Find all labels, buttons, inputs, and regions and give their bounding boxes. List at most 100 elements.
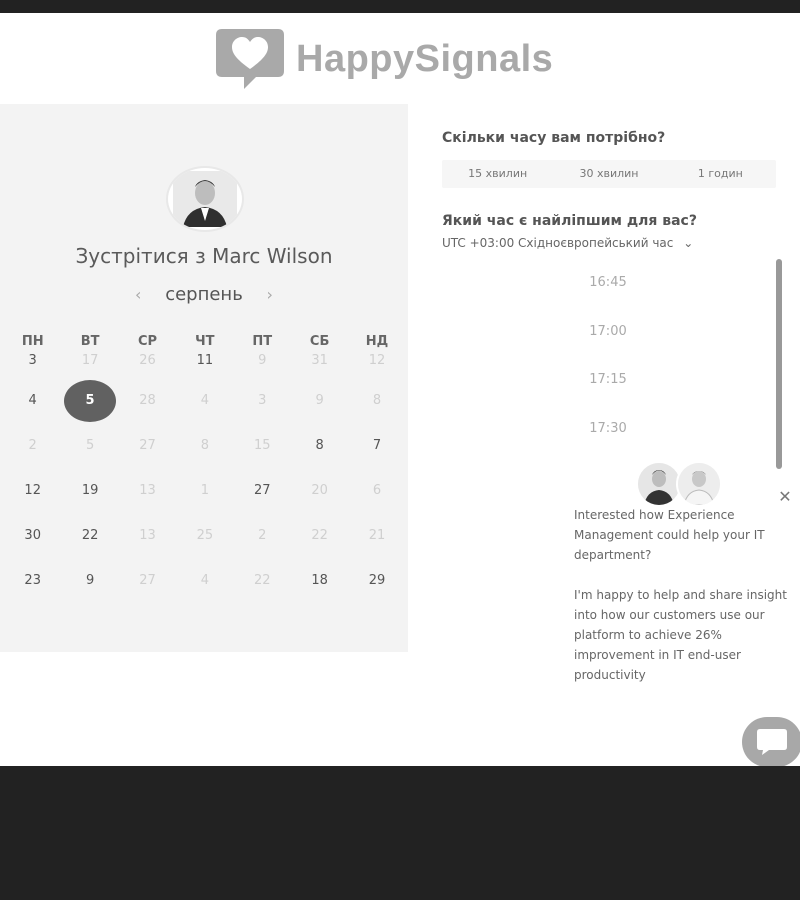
calendar-day[interactable]: 19 <box>61 468 118 513</box>
calendar-day: 17 <box>61 351 118 378</box>
calendar-day[interactable]: 4 <box>4 378 61 423</box>
next-month-button[interactable]: › <box>249 285 291 304</box>
calendar-day-number: 27 <box>253 483 271 498</box>
calendar-day-number: 4 <box>200 393 209 408</box>
calendar-day-number: 9 <box>85 573 95 588</box>
chat-popup-message: Interested how Experience Management cou… <box>574 505 788 705</box>
calendar-day-number: 3 <box>258 393 267 408</box>
chat-launcher-button[interactable] <box>742 717 800 767</box>
calendar-day-number: 6 <box>372 483 382 498</box>
calendar-day-number: 18 <box>311 573 328 588</box>
calendar-day-number: 5 <box>64 380 117 422</box>
weekday-header: СР <box>137 334 158 349</box>
time-slot[interactable]: 17:00 <box>508 317 708 366</box>
calendar-day-number: 23 <box>24 573 41 588</box>
timezone-label: UTC +03:00 Східноєвропейський час <box>442 236 674 250</box>
duration-option-30[interactable]: 30 хвилин <box>553 160 664 188</box>
calendar-day[interactable]: 8 <box>291 423 348 468</box>
calendar-day-number: 1 <box>200 483 209 498</box>
calendar-day-number: 2 <box>258 528 267 543</box>
brand-name: HappySignals <box>296 37 554 80</box>
calendar-day-number: 4 <box>200 573 209 588</box>
person-icon <box>678 463 720 505</box>
calendar-day-number: 28 <box>139 393 156 408</box>
brand-logo: HappySignals <box>214 27 553 91</box>
scrollbar-thumb[interactable] <box>776 259 782 469</box>
calendar-day: 4 <box>176 378 233 423</box>
timezone-dropdown[interactable]: UTC +03:00 Східноєвропейський час ⌄ <box>442 236 693 250</box>
calendar-day: 27 <box>119 423 176 468</box>
calendar-day: 21 <box>348 513 405 558</box>
calendar-day[interactable]: 9 <box>61 558 118 603</box>
calendar-day: 31 <box>291 351 348 378</box>
calendar-day-number: 29 <box>368 573 386 588</box>
duration-option-15[interactable]: 15 хвилин <box>442 160 553 188</box>
calendar-day: 3 <box>234 378 291 423</box>
calendar-day-selected[interactable]: 5 <box>61 378 118 423</box>
time-slot[interactable]: 17:30 <box>508 414 708 463</box>
calendar-day[interactable]: 7 <box>348 423 405 468</box>
calendar-day-number: 20 <box>311 483 328 498</box>
calendar-day-number: 22 <box>253 573 271 588</box>
person-icon <box>173 171 237 227</box>
heart-speech-bubble-icon <box>216 29 284 89</box>
weekday-header: ВТ <box>80 334 100 349</box>
weekday-header: НД <box>365 334 389 349</box>
calendar-day-number: 9 <box>315 393 324 408</box>
chevron-down-icon: ⌄ <box>683 236 694 250</box>
calendar-grid: ПН ВТ СР ЧТ ПТ СБ НД 3 17 26 11 9 31 12 4 5 28 4 3 9 8 2 5 27 8 1… <box>4 333 406 603</box>
calendar-day[interactable]: 23 <box>4 558 61 603</box>
calendar-day-number: 3 <box>28 353 37 368</box>
calendar-day: 28 <box>119 378 176 423</box>
time-question: Який час є найліпшим для вас? <box>442 213 697 229</box>
close-icon[interactable]: ✕ <box>776 488 794 506</box>
chat-agent-avatars <box>636 461 726 507</box>
calendar-day[interactable]: 22 <box>61 513 118 558</box>
calendar-day: 2 <box>4 423 61 468</box>
calendar-day-number: 31 <box>311 353 328 368</box>
slot-scrollbar[interactable] <box>776 259 782 479</box>
calendar-day: 8 <box>176 423 233 468</box>
chat-message-offer: I'm happy to help and share insight into… <box>574 588 787 682</box>
calendar-day: 13 <box>119 513 176 558</box>
calendar-day-number: 30 <box>24 528 41 543</box>
calendar-day-number: 4 <box>28 393 37 408</box>
calendar-day-number: 5 <box>85 438 95 453</box>
calendar-day: 26 <box>119 351 176 378</box>
calendar-day: 4 <box>176 558 233 603</box>
calendar-day-number: 13 <box>139 483 156 498</box>
calendar-day-number: 21 <box>368 528 386 543</box>
weekday-header: ПН <box>21 334 44 349</box>
time-slot[interactable]: 17:15 <box>508 365 708 414</box>
agent-avatar <box>676 461 722 507</box>
calendar-day-number: 12 <box>24 483 41 498</box>
calendar-day[interactable]: 12 <box>4 468 61 513</box>
calendar-day[interactable]: 30 <box>4 513 61 558</box>
calendar-day-number: 22 <box>81 528 99 543</box>
host-avatar <box>166 166 244 232</box>
month-navigator: ‹ серпень › <box>0 284 408 305</box>
calendar-day[interactable]: 11 <box>176 351 233 378</box>
calendar-day-number: 7 <box>372 438 382 453</box>
calendar-day: 27 <box>119 558 176 603</box>
chat-message-intro: Interested how Experience Management cou… <box>574 508 765 562</box>
calendar-day-number: 8 <box>200 438 209 453</box>
calendar-day: 1 <box>176 468 233 513</box>
calendar-day-number: 27 <box>139 438 156 453</box>
time-slot-list: 16:45 17:00 17:15 17:30 <box>508 268 708 462</box>
calendar-day[interactable]: 3 <box>4 351 61 378</box>
calendar-day[interactable]: 27 <box>234 468 291 513</box>
chat-bubble-icon <box>757 729 787 755</box>
calendar-day: 22 <box>291 513 348 558</box>
duration-selector: 15 хвилин 30 хвилин 1 годин <box>442 160 776 188</box>
weekday-header: ПТ <box>252 334 273 349</box>
calendar-day: 8 <box>348 378 405 423</box>
calendar-panel: Зустрітися з Marc Wilson ‹ серпень › ПН В… <box>0 104 408 652</box>
calendar-day: 6 <box>348 468 405 513</box>
calendar-day: 13 <box>119 468 176 513</box>
prev-month-button[interactable]: ‹ <box>117 285 159 304</box>
calendar-day[interactable]: 29 <box>348 558 405 603</box>
calendar-day[interactable]: 18 <box>291 558 348 603</box>
time-slot[interactable]: 16:45 <box>508 268 708 317</box>
duration-option-60[interactable]: 1 годин <box>665 160 776 188</box>
